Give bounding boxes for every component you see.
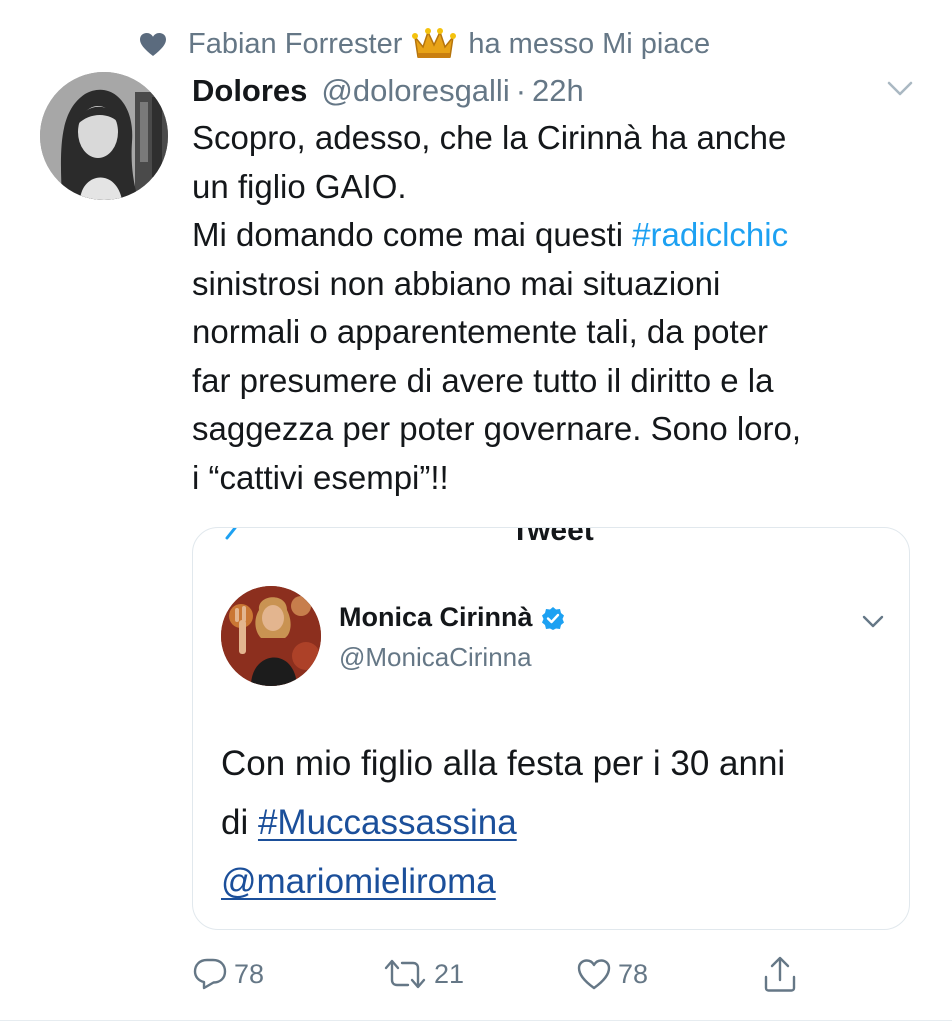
like-button[interactable]: 78	[576, 952, 648, 996]
retweet-icon	[384, 959, 426, 989]
author-handle[interactable]: @doloresgalli	[321, 73, 509, 109]
quoted-author-name[interactable]: Monica Cirinnà	[339, 602, 565, 633]
quoted-text-segment: di	[221, 803, 258, 842]
heart-outline-icon	[577, 959, 611, 990]
heart-icon	[140, 32, 166, 56]
tweet-text-line: Mi domando come mai questi #radiclchic	[192, 211, 922, 260]
hashtag-link[interactable]: #radiclchic	[632, 216, 788, 253]
tweet-timestamp[interactable]: 22h	[532, 73, 584, 109]
quoted-author-name-text[interactable]: Monica Cirinnà	[339, 602, 533, 633]
tweet-text-line: saggezza per poter governare. Sono loro,	[192, 410, 802, 447]
chevron-down-icon[interactable]	[861, 614, 885, 630]
like-count: 78	[618, 958, 649, 989]
retweet-count: 21	[434, 958, 465, 989]
retweet-button[interactable]: 21	[382, 952, 464, 996]
divider	[0, 1020, 952, 1021]
reply-count: 78	[234, 958, 265, 989]
verified-badge-icon	[541, 606, 565, 630]
reply-icon	[193, 958, 227, 990]
mention-link[interactable]: @mariomieliroma	[221, 862, 496, 901]
quoted-avatar[interactable]	[221, 586, 321, 686]
avatar[interactable]	[40, 72, 168, 200]
cropped-header-title: Tweet	[511, 527, 594, 547]
crown-icon	[412, 27, 457, 61]
tweet-text-segment: Mi domando come mai questi	[192, 216, 633, 253]
share-icon	[764, 956, 796, 992]
header-separator: ·	[515, 73, 527, 108]
liker-name[interactable]: Fabian Forrester	[188, 28, 402, 61]
tweet-text-line: un figlio GAIO.	[192, 167, 407, 205]
tweet-text-line: i “cattivi esempi”!!	[192, 458, 449, 496]
tweet-text-line: Scopro, adesso, che la Cirinnà ha anche	[192, 119, 787, 156]
quoted-text-line: Con mio figlio alla festa per i 30 anni	[221, 744, 786, 783]
chevron-down-icon[interactable]	[886, 80, 914, 98]
social-context[interactable]: Fabian Forrester ha messo Mi piace	[140, 24, 710, 64]
social-context-action: ha messo Mi piace	[468, 27, 711, 60]
tweet-header: Dolores @doloresgalli · 22h	[192, 70, 584, 112]
tweet-text-line: far presumere di avere tutto il diritto …	[192, 361, 774, 399]
quoted-tweet-card[interactable]: Tweet Monica Cirinnà @MonicaCirinna Con …	[192, 527, 910, 930]
hashtag-link[interactable]: #Muccassassina	[258, 803, 517, 842]
quoted-author-handle[interactable]: @MonicaCirinna	[339, 642, 532, 673]
tweet-text: Scopro, adesso, che la Cirinnà ha anche …	[192, 114, 922, 502]
back-arrow-icon	[225, 528, 237, 540]
quoted-tweet-text: Con mio figlio alla festa per i 30 anni …	[221, 734, 881, 911]
tweet-text-line: sinistrosi non abbiano mai situazioni	[192, 264, 721, 302]
author-name[interactable]: Dolores	[192, 73, 307, 109]
share-button[interactable]	[762, 952, 798, 996]
tweet-text-line: normali o apparentemente tali, da poter	[192, 313, 769, 350]
quoted-text-line: @mariomieliroma	[221, 852, 881, 911]
quoted-text-line: di #Muccassassina	[221, 793, 881, 852]
reply-button[interactable]: 78	[192, 952, 264, 996]
tweet-actions: 78 21 78	[192, 952, 812, 996]
